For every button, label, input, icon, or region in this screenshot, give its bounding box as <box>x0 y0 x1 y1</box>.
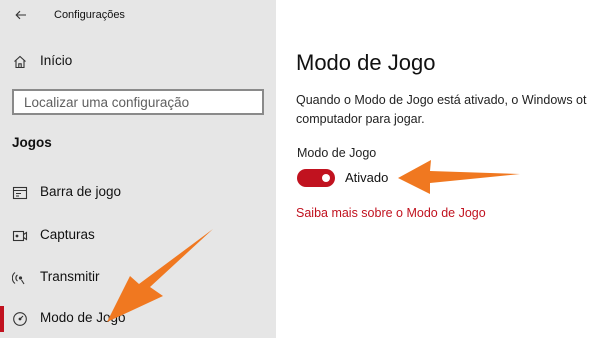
main-content: Modo de Jogo Quando o Modo de Jogo está … <box>276 0 600 338</box>
app-title: Configurações <box>54 9 125 21</box>
sidebar: Configurações Início Localizar uma confi… <box>0 0 276 338</box>
toggle-knob <box>322 174 330 182</box>
game-bar-icon <box>11 184 29 202</box>
description-line: Quando o Modo de Jogo está ativado, o Wi… <box>296 93 587 107</box>
back-button[interactable] <box>10 5 32 25</box>
learn-more-link[interactable]: Saiba mais sobre o Modo de Jogo <box>296 206 486 220</box>
description: Quando o Modo de Jogo está ativado, o Wi… <box>296 91 586 129</box>
description-line: computador para jogar. <box>296 112 425 126</box>
sidebar-item-captures[interactable]: Capturas <box>0 219 276 253</box>
sidebar-item-broadcast[interactable]: Transmitir <box>0 261 276 295</box>
setting-label: Modo de Jogo <box>297 146 377 160</box>
broadcast-icon <box>11 269 29 287</box>
sidebar-item-label: Modo de Jogo <box>40 310 126 325</box>
selection-indicator <box>0 306 4 332</box>
sidebar-item-home[interactable]: Início <box>0 45 276 79</box>
sidebar-item-label: Transmitir <box>40 269 100 284</box>
capture-icon <box>11 227 29 245</box>
page-title: Modo de Jogo <box>296 50 436 75</box>
title-bar: Configurações <box>0 0 276 30</box>
section-title: Jogos <box>12 135 52 150</box>
sidebar-item-label: Início <box>40 53 73 68</box>
game-mode-icon <box>11 310 29 328</box>
sidebar-item-label: Capturas <box>40 227 95 242</box>
sidebar-item-game-bar[interactable]: Barra de jogo <box>0 176 276 210</box>
sidebar-item-label: Barra de jogo <box>40 184 122 199</box>
toggle-state-label: Ativado <box>345 170 389 185</box>
home-icon <box>11 53 29 71</box>
search-input[interactable]: Localizar uma configuração <box>12 89 264 115</box>
sidebar-item-game-mode[interactable]: Modo de Jogo <box>0 302 276 336</box>
search-placeholder: Localizar uma configuração <box>24 95 190 110</box>
back-arrow-icon <box>15 10 26 20</box>
game-mode-toggle[interactable] <box>297 169 335 187</box>
